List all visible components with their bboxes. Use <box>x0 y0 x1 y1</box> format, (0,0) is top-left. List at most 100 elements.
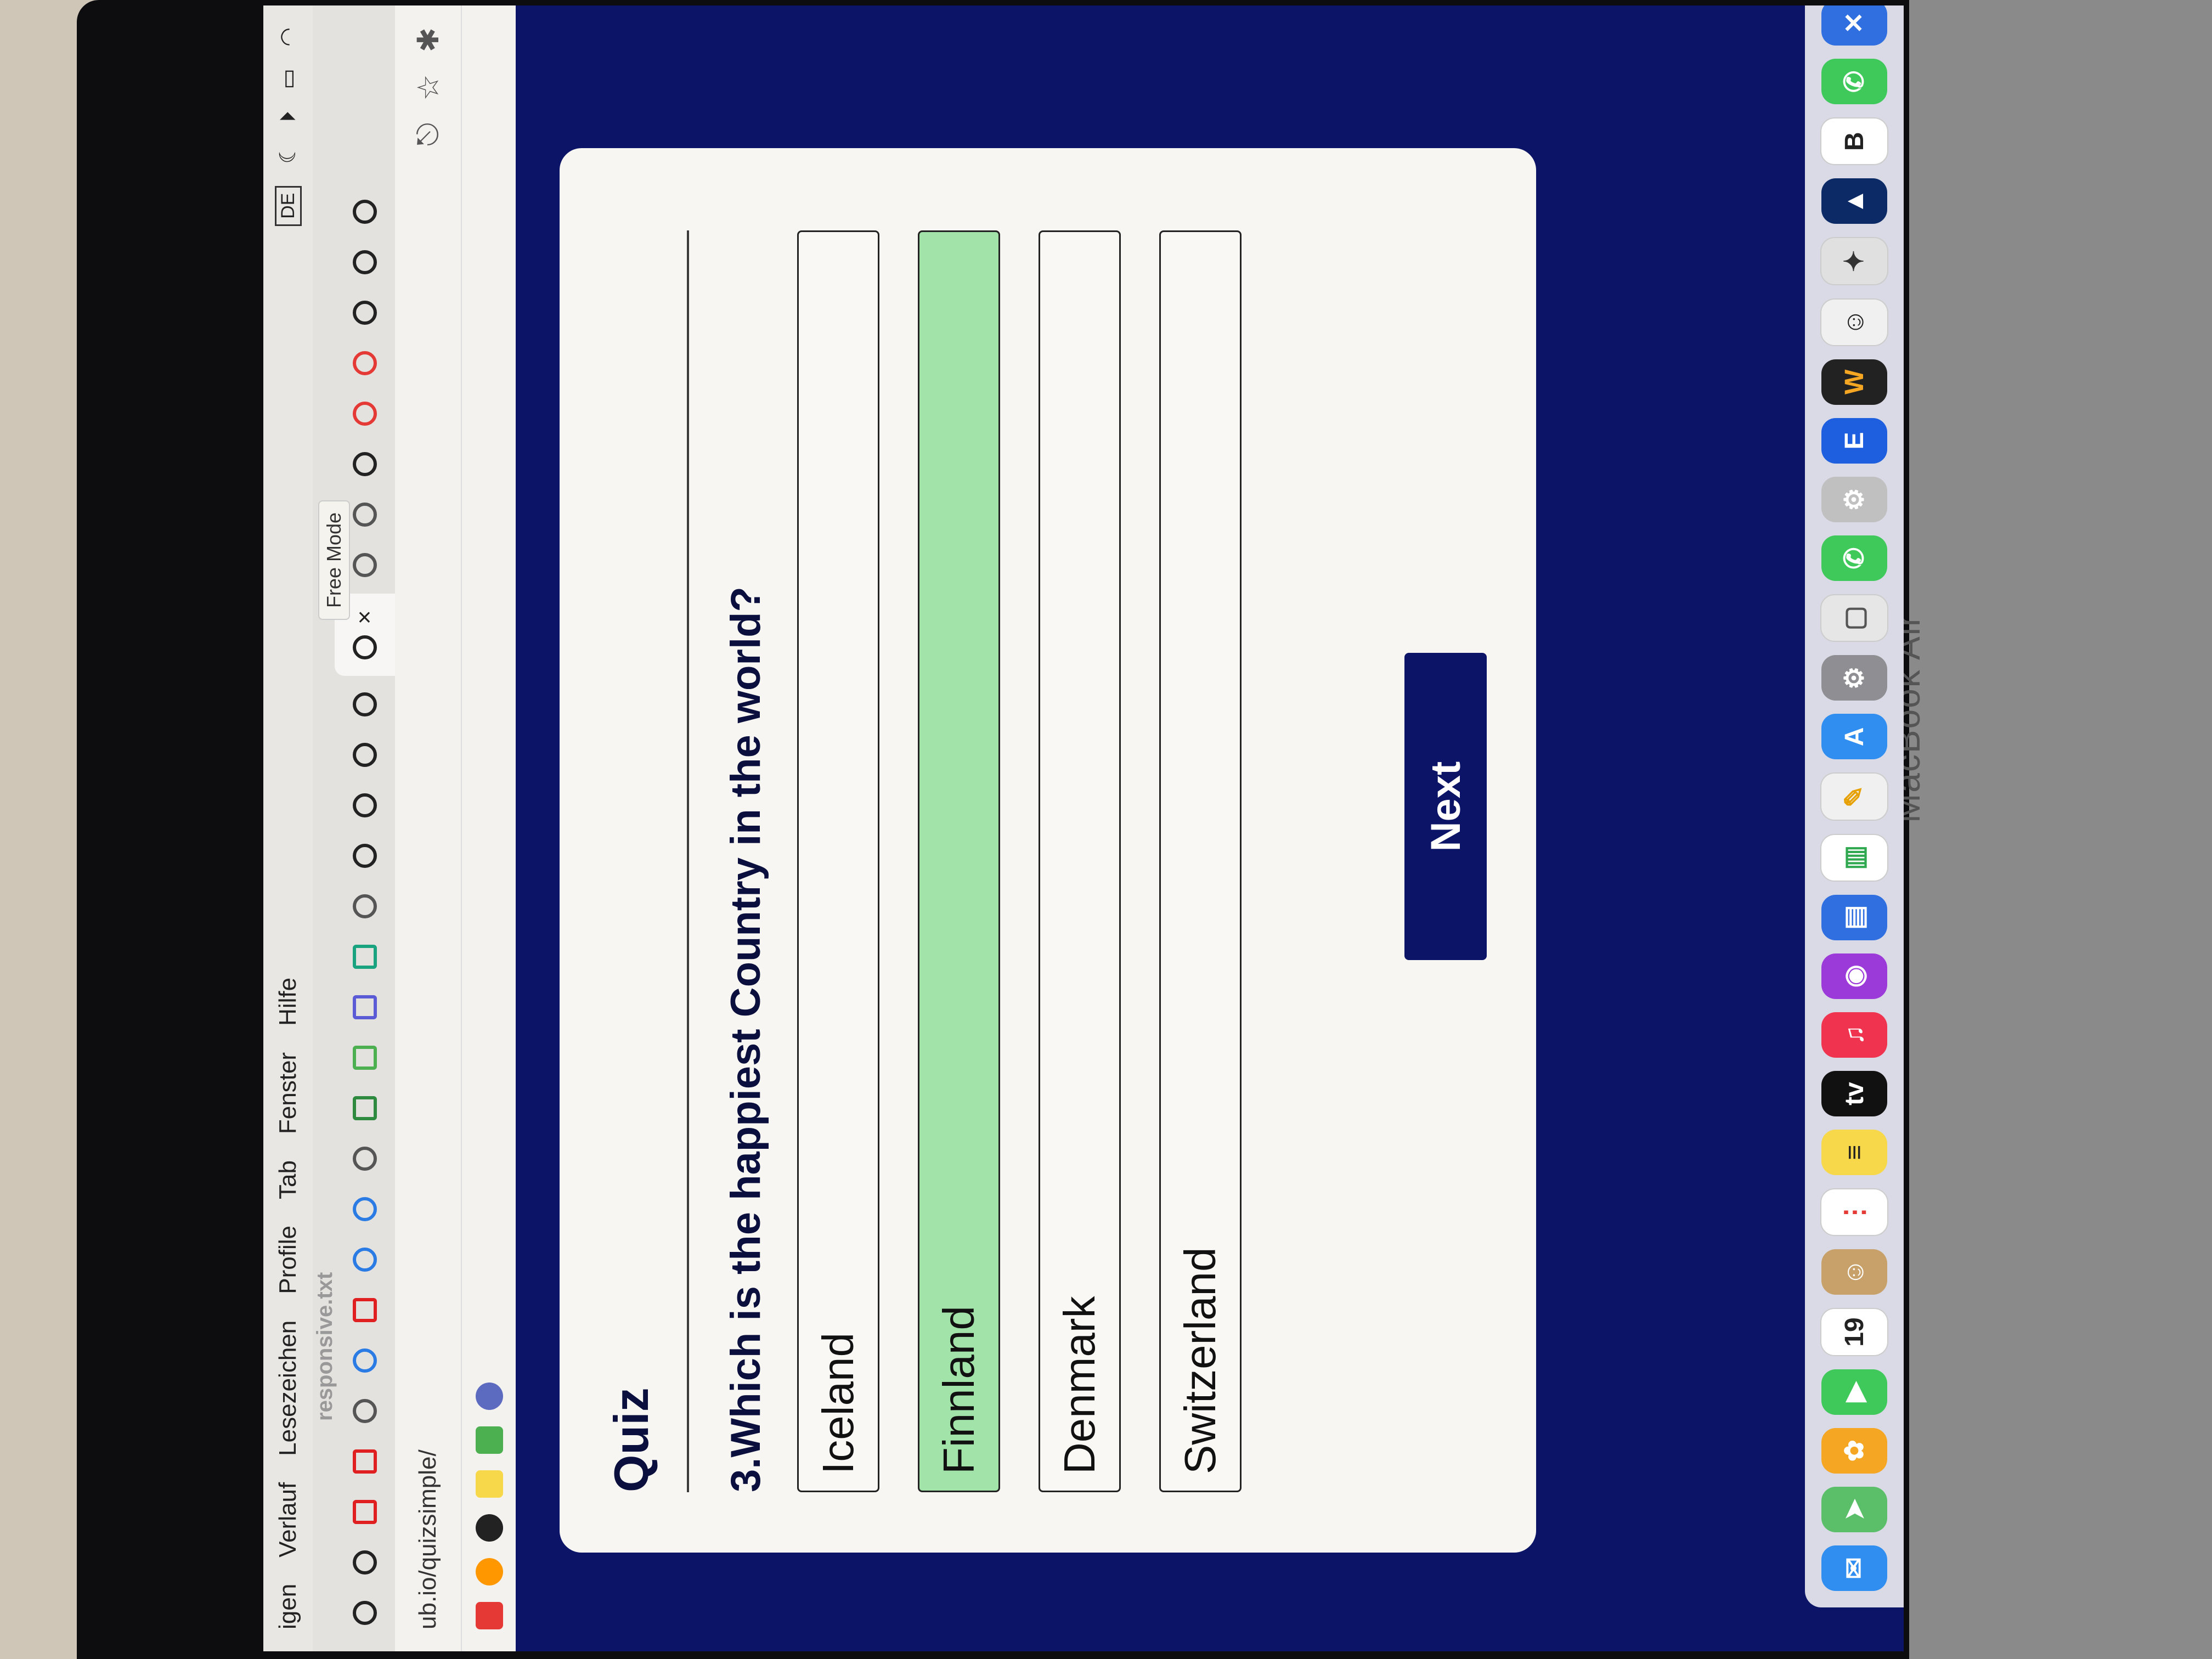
quiz-title: Quiz <box>604 1387 658 1492</box>
share-icon[interactable]: ⎋ <box>411 123 445 146</box>
facetime-icon[interactable]: ▶ <box>1821 1369 1887 1415</box>
tab[interactable] <box>335 1187 395 1231</box>
free-mode-badge[interactable]: Free Mode <box>318 500 350 620</box>
star-icon[interactable]: ☆ <box>411 74 445 100</box>
answer-option[interactable]: Iceland <box>797 230 879 1492</box>
github-icon <box>353 692 377 716</box>
keynote-icon[interactable]: ▤ <box>1821 894 1887 940</box>
tab[interactable] <box>335 1591 395 1635</box>
tab[interactable] <box>335 834 395 878</box>
tab-strip: responsive.txt Free Mode × <box>313 5 395 1651</box>
answer-option-correct[interactable]: Finnland <box>918 230 1000 1492</box>
bookmark-icon[interactable] <box>476 1383 503 1410</box>
editor-icon[interactable]: E <box>1821 417 1887 464</box>
menu-item-help[interactable]: Hilfe <box>274 978 302 1026</box>
wifi-icon[interactable]: ◠ <box>275 27 301 47</box>
x-app-icon[interactable]: ✕ <box>1821 5 1887 46</box>
menu-item-edit[interactable]: igen <box>274 1584 302 1629</box>
mail-icon[interactable]: ✉ <box>1821 1545 1887 1591</box>
contacts-icon[interactable]: ☺ <box>1821 1249 1887 1295</box>
moon-icon[interactable]: ☾ <box>275 144 301 164</box>
tab[interactable] <box>335 1036 395 1080</box>
question-text: 3.Which is the happiest Country in the w… <box>723 586 769 1492</box>
chat-app-icon[interactable]: ✆ <box>1821 59 1887 105</box>
tab[interactable] <box>335 1339 395 1383</box>
tab[interactable] <box>335 291 395 335</box>
files-icon[interactable]: ▢ <box>1820 594 1888 642</box>
numbers-icon[interactable]: ▥ <box>1820 833 1888 882</box>
reminders-icon[interactable]: ⋮ <box>1820 1188 1888 1237</box>
system-settings-icon[interactable]: ⚙ <box>1821 655 1887 701</box>
menu-item-profiles[interactable]: Profile <box>274 1226 302 1294</box>
opera-icon <box>353 351 377 376</box>
youtube-icon <box>353 1449 377 1474</box>
tab[interactable] <box>335 442 395 486</box>
tab[interactable] <box>335 783 395 827</box>
tab[interactable] <box>335 1440 395 1483</box>
bookmark-icon[interactable] <box>476 1426 503 1454</box>
tab[interactable] <box>335 1288 395 1332</box>
tab[interactable] <box>335 1238 395 1282</box>
play-icon[interactable]: ⏵ <box>276 111 301 122</box>
answer-option[interactable]: Denmark <box>1039 230 1121 1492</box>
answer-option[interactable]: Switzerland <box>1159 230 1242 1492</box>
github-icon <box>353 1550 377 1575</box>
bookmarks-bar <box>462 5 518 1651</box>
quiz-card: Quiz 3.Which is the happiest Country in … <box>560 148 1536 1553</box>
keyboard <box>1909 0 2212 1659</box>
app-store-icon[interactable]: A <box>1821 714 1887 760</box>
tab[interactable] <box>335 1137 395 1181</box>
photos-icon[interactable]: ✿ <box>1821 1427 1887 1474</box>
youtube-icon <box>353 1500 377 1524</box>
tab[interactable] <box>335 240 395 284</box>
tab[interactable] <box>335 682 395 726</box>
tab[interactable] <box>335 1086 395 1130</box>
globe-icon <box>353 553 377 578</box>
smiley-app-icon[interactable]: ☺ <box>1820 298 1888 346</box>
tab[interactable] <box>335 935 395 979</box>
tab[interactable] <box>335 392 395 436</box>
tab[interactable] <box>335 1389 395 1433</box>
tab[interactable] <box>335 190 395 234</box>
url-field[interactable]: ub.io/quizsimple/ <box>414 168 442 1629</box>
globe-icon <box>353 1147 377 1171</box>
bbedit-icon[interactable]: B <box>1820 117 1888 166</box>
menu-item-history[interactable]: Verlauf <box>274 1482 302 1558</box>
delta-app-icon[interactable]: ▲ <box>1821 178 1887 224</box>
menu-item-bookmarks[interactable]: Lesezeichen <box>274 1321 302 1456</box>
music-icon[interactable]: ♫ <box>1821 1012 1887 1058</box>
notes-icon[interactable]: ≡ <box>1821 1130 1887 1176</box>
github-icon <box>353 793 377 817</box>
code-icon <box>353 995 377 1019</box>
apple-tv-icon[interactable]: tv <box>1821 1071 1887 1117</box>
calendar-icon[interactable]: 19 <box>1820 1308 1888 1356</box>
menu-item-window[interactable]: Fenster <box>274 1052 302 1134</box>
bookmark-icon[interactable] <box>476 1602 503 1629</box>
pages-icon[interactable]: ✎ <box>1820 772 1888 821</box>
menu-item-tab[interactable]: Tab <box>274 1160 302 1199</box>
tab[interactable] <box>335 985 395 1029</box>
podcasts-icon[interactable]: ◉ <box>1821 953 1887 999</box>
tab[interactable] <box>335 884 395 928</box>
maps-icon[interactable]: ➤ <box>1821 1486 1887 1532</box>
tab[interactable] <box>335 1541 395 1584</box>
bookmark-icon[interactable] <box>476 1558 503 1585</box>
tools-icon[interactable]: ✦ <box>1820 237 1888 285</box>
tab[interactable] <box>335 341 395 385</box>
design-app-icon[interactable]: W <box>1821 359 1887 405</box>
battery-icon[interactable]: ▭ <box>275 69 301 89</box>
tab[interactable] <box>335 733 395 777</box>
bookmark-icon[interactable] <box>476 1514 503 1542</box>
settings-icon[interactable]: ⚙ <box>1821 476 1887 523</box>
extensions-icon[interactable]: ✱ <box>411 27 445 52</box>
whatsapp-icon[interactable]: ✆ <box>1821 535 1887 582</box>
bookmark-icon[interactable] <box>476 1470 503 1498</box>
tab[interactable] <box>335 1490 395 1534</box>
next-button[interactable]: Next <box>1404 653 1487 960</box>
github-icon <box>353 743 377 767</box>
github-icon <box>353 200 377 224</box>
opera-icon <box>353 402 377 426</box>
close-tab-icon[interactable]: × <box>351 610 379 624</box>
input-source-indicator[interactable]: DE <box>274 185 302 226</box>
menu-bar: igen Verlauf Lesezeichen Profile Tab Fen… <box>263 5 313 1651</box>
